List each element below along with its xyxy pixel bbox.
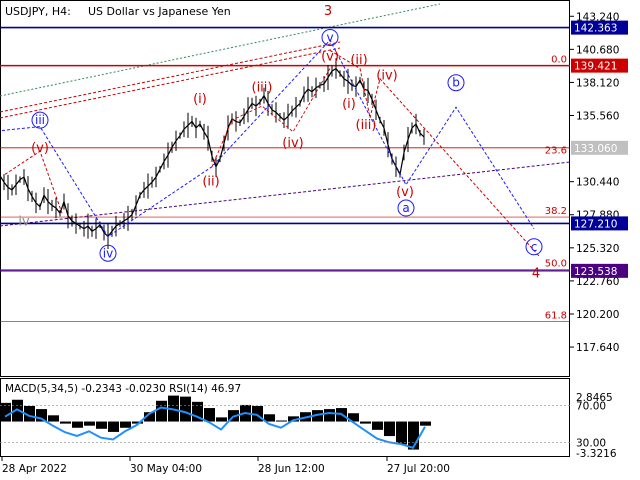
macd-bar (360, 421, 371, 424)
y-tick-label: 135.560 (576, 111, 619, 123)
fib-label: 0.0 (551, 55, 567, 66)
macd-bar (420, 421, 431, 426)
macd-bar (120, 421, 131, 428)
y-tick-label: 130.440 (576, 177, 619, 189)
wave-label-red: (v) (321, 49, 339, 64)
x-tick-label: 30 May 04:00 (130, 463, 202, 475)
wave-label-blue: a (402, 201, 409, 215)
indicator-tick-label: -3.3216 (576, 448, 617, 460)
y-tick-label: 120.200 (576, 309, 619, 321)
fib-label: 61.8 (545, 311, 567, 322)
indicator-tick-label: 70.00 (576, 401, 606, 413)
x-tick-label: 28 Jun 12:00 (258, 463, 325, 475)
wave-label-large: 4 (532, 266, 540, 281)
fib-label: 50.0 (545, 258, 567, 269)
macd-bar (108, 421, 119, 432)
wave-label-red: (iii) (356, 118, 377, 133)
wave-label-blue: iv (103, 246, 113, 260)
macd-bar (216, 417, 227, 422)
wave-label-large: 3 (324, 4, 332, 19)
macd-bar (72, 421, 83, 428)
macd-bar (48, 415, 59, 422)
x-tick-label: 28 Apr 2022 (2, 463, 67, 475)
macd-bar (396, 421, 407, 445)
chart-background (0, 0, 640, 480)
wave-label-blue: c (531, 240, 538, 254)
macd-bar (372, 421, 383, 430)
wave-label-red: (i) (193, 92, 207, 107)
macd-bar (324, 409, 335, 422)
macd-bar (180, 396, 191, 422)
macd-bar (156, 400, 167, 422)
y-tick-label: 140.680 (576, 44, 619, 56)
price-tag-label: 133.060 (574, 143, 617, 155)
chart-window: 0.0 23.6 38.2 50.0 61.8 (v) (i) (ii) (iii) (iv) (… (0, 0, 640, 480)
macd-bar (84, 421, 95, 426)
wave-label-red: (iv) (282, 136, 303, 151)
y-tick-label: 125.320 (576, 243, 619, 255)
wave-label-red: (ii) (350, 53, 367, 68)
wave-label-blue: iii (35, 113, 45, 127)
wave-label-grey: iv (18, 215, 30, 230)
wave-label-red: (v) (31, 141, 49, 156)
wave-label-red: (v) (396, 185, 414, 200)
indicator-title: MACD(5,34,5) -0.2343 -0.0230 RSI(14) 46.… (5, 383, 241, 395)
fib-label: 38.2 (545, 206, 567, 217)
price-tag-label: 127.210 (574, 218, 617, 230)
wave-label-red: (iii) (252, 80, 273, 95)
wave-label-blue: b (452, 76, 460, 90)
macd-bar (276, 420, 287, 422)
wave-label-red: (ii) (202, 175, 219, 190)
macd-bar (60, 421, 71, 424)
wave-label-blue: v (326, 30, 333, 44)
wave-label-red: (i) (342, 97, 356, 112)
wave-label-red: (iv) (376, 69, 397, 84)
price-tag-label: 142.363 (574, 23, 617, 35)
macd-bar (96, 421, 107, 429)
chart-description: US Dollar vs Japanese Yen (88, 5, 231, 18)
y-tick-label: 117.640 (576, 342, 619, 354)
chart-symbol: USDJPY, H4: (5, 5, 71, 18)
macd-bar (204, 408, 215, 422)
macd-bar (384, 421, 395, 437)
fib-label: 23.6 (545, 145, 567, 156)
price-tag-label: 139.421 (574, 61, 617, 73)
y-tick-label: 138.120 (576, 77, 619, 89)
price-tag-label: 123.538 (574, 266, 617, 278)
x-tick-label: 27 Jul 20:00 (387, 463, 450, 475)
